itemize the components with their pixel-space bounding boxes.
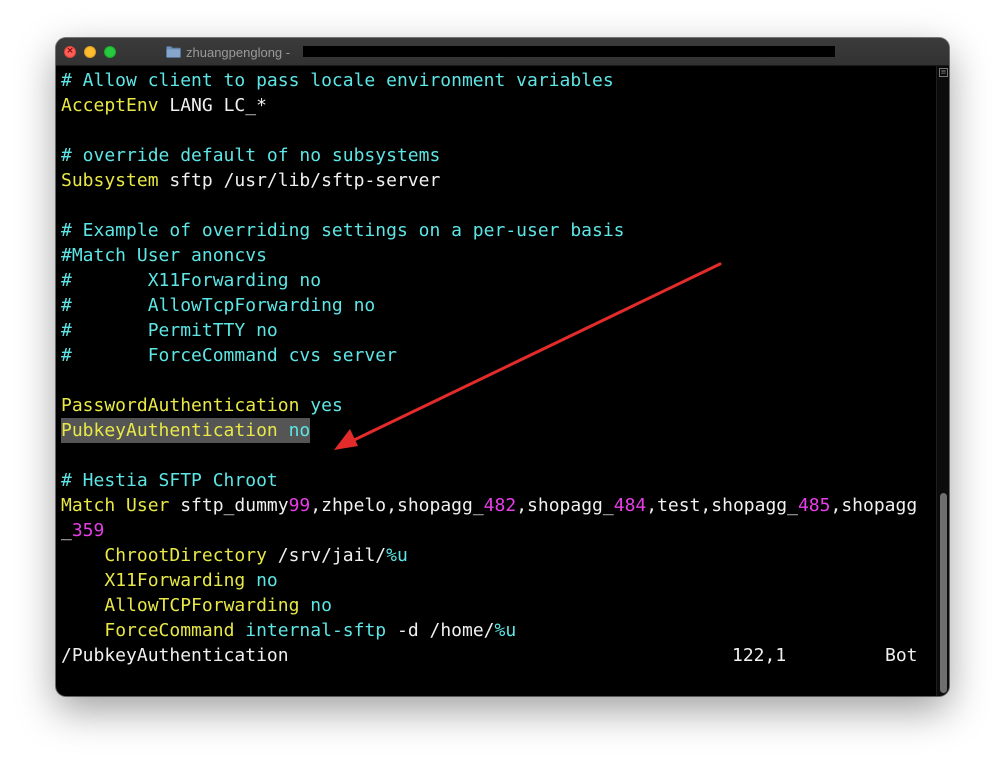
minimize-icon[interactable] <box>84 46 96 58</box>
line-comment-example: # Example of overriding settings on a pe… <box>61 220 625 241</box>
line-comment-acceptenv: # Allow client to pass locale environmen… <box>61 70 614 91</box>
redaction-bar <box>303 46 835 57</box>
line-match-user: Match User sftp_dummy99,zhpelo,shopagg_4… <box>61 495 918 516</box>
status-command: /PubkeyAuthentication <box>61 645 289 666</box>
folder-icon <box>166 46 181 58</box>
line-comment-permittty: # PermitTTY no <box>61 320 278 341</box>
line-comment-allowtcp: # AllowTcpForwarding no <box>61 295 376 316</box>
line-chroot-directory: ChrootDirectory /srv/jail/%u <box>104 545 408 566</box>
line-comment-subsystem: # override default of no subsystems <box>61 145 441 166</box>
terminal-content[interactable]: # Allow client to pass locale environmen… <box>56 66 936 696</box>
zoom-icon[interactable] <box>104 46 116 58</box>
line-subsystem: Subsystem sftp /usr/lib/sftp-server <box>61 170 441 191</box>
scrollbar[interactable]: ≡ <box>936 66 949 696</box>
line-force-command: ForceCommand internal-sftp -d /home/%u <box>104 620 517 641</box>
window-title-text: zhuangpenglong - <box>186 44 291 60</box>
status-scroll-position: Bot <box>885 645 918 666</box>
line-comment-forcecommand: # ForceCommand cvs server <box>61 345 397 366</box>
line-password-authentication: PasswordAuthentication yes <box>61 395 343 416</box>
scrollbar-thumb[interactable] <box>940 493 947 693</box>
line-comment-match: #Match User anoncvs <box>61 245 267 266</box>
line-x11-forwarding: X11Forwarding no <box>104 570 278 591</box>
line-comment-x11: # X11Forwarding no <box>61 270 322 291</box>
line-acceptenv: AcceptEnv LANG LC_* <box>61 95 267 116</box>
line-match-user-wrap: _359 <box>61 520 105 541</box>
close-icon[interactable]: × <box>64 46 76 58</box>
scrollbar-top-icon[interactable]: ≡ <box>939 68 948 77</box>
title-bar[interactable]: × zhuangpenglong - <box>56 38 949 66</box>
line-comment-hestia: # Hestia SFTP Chroot <box>61 470 278 491</box>
line-pubkey-authentication-highlighted: PubkeyAuthentication no <box>61 418 311 443</box>
status-cursor-position: 122,1 <box>732 645 787 666</box>
terminal-window: × zhuangpenglong - # Allow client to pas… <box>56 38 949 696</box>
window-title: zhuangpenglong - <box>166 43 290 61</box>
line-allow-tcp-forwarding: AllowTCPForwarding no <box>104 595 332 616</box>
